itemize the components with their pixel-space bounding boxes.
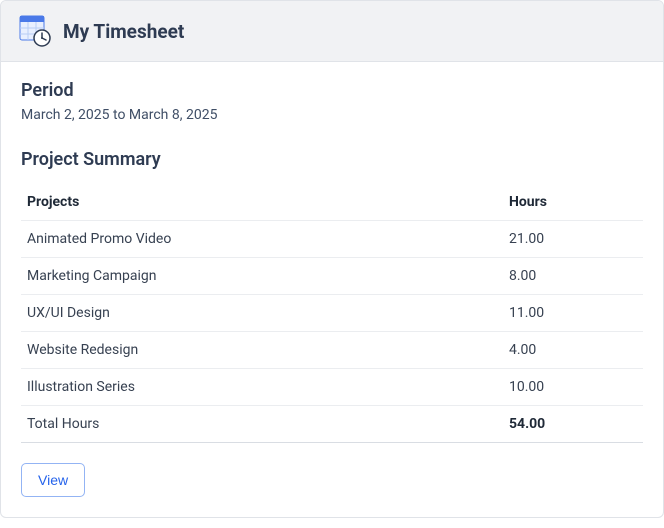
project-name: Website Redesign <box>21 332 503 369</box>
project-hours: 21.00 <box>503 221 643 258</box>
total-label: Total Hours <box>21 406 503 443</box>
project-hours: 11.00 <box>503 295 643 332</box>
table-row: Illustration Series 10.00 <box>21 369 643 406</box>
project-hours: 4.00 <box>503 332 643 369</box>
table-row: Marketing Campaign 8.00 <box>21 258 643 295</box>
project-name: UX/UI Design <box>21 295 503 332</box>
column-header-hours: Hours <box>503 184 643 221</box>
table-row: Animated Promo Video 21.00 <box>21 221 643 258</box>
project-summary-heading: Project Summary <box>21 149 643 170</box>
project-summary-table: Projects Hours Animated Promo Video 21.0… <box>21 184 643 443</box>
actions: View <box>21 463 643 497</box>
table-row: UX/UI Design 11.00 <box>21 295 643 332</box>
project-name: Animated Promo Video <box>21 221 503 258</box>
project-hours: 10.00 <box>503 369 643 406</box>
project-hours: 8.00 <box>503 258 643 295</box>
total-row: Total Hours 54.00 <box>21 406 643 443</box>
total-value: 54.00 <box>503 406 643 443</box>
period-text: March 2, 2025 to March 8, 2025 <box>21 107 643 123</box>
project-name: Marketing Campaign <box>21 258 503 295</box>
table-row: Website Redesign 4.00 <box>21 332 643 369</box>
timesheet-card: My Timesheet Period March 2, 2025 to Mar… <box>0 0 664 518</box>
project-name: Illustration Series <box>21 369 503 406</box>
period-heading: Period <box>21 80 643 101</box>
column-header-projects: Projects <box>21 184 503 221</box>
card-header: My Timesheet <box>1 1 663 62</box>
card-title: My Timesheet <box>63 20 184 43</box>
card-body: Period March 2, 2025 to March 8, 2025 Pr… <box>1 62 663 517</box>
view-button[interactable]: View <box>21 463 85 497</box>
timesheet-clock-icon <box>19 15 51 47</box>
